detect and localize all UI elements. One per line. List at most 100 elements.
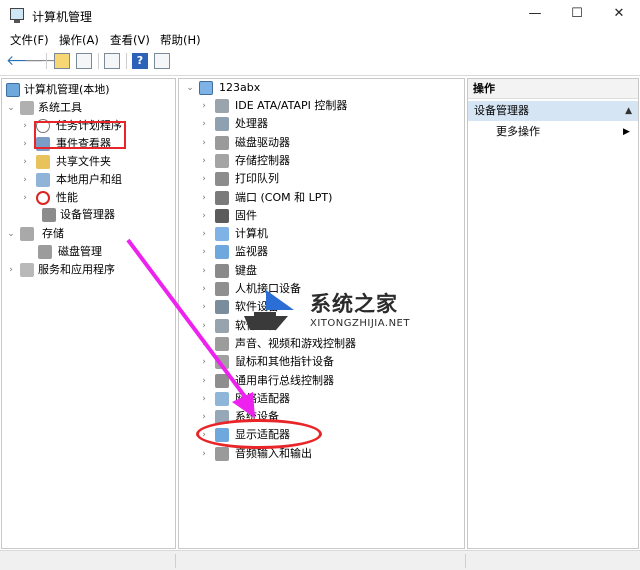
chevron-right-icon[interactable]: ›	[20, 153, 30, 171]
more-actions-link[interactable]: 更多操作	[496, 123, 540, 141]
device-category-icon	[215, 153, 229, 168]
chevron-right-icon[interactable]: ›	[199, 134, 209, 152]
chevron-right-icon[interactable]: ›	[199, 317, 209, 335]
chevron-right-icon[interactable]: ›	[199, 408, 209, 426]
watermark-url: XITONGZHIJIA.NET	[310, 318, 410, 329]
watermark-logo	[244, 290, 294, 330]
tree-label: 共享文件夹	[56, 155, 111, 168]
help-icon[interactable]: ?	[132, 53, 148, 69]
tree-root-label: 计算机管理(本地)	[24, 83, 110, 96]
disk-icon	[38, 245, 52, 259]
chevron-right-icon[interactable]: ›	[199, 170, 209, 188]
toolbar-separator	[46, 53, 47, 69]
menu-help[interactable]: 帮助(H)	[160, 32, 201, 48]
title-bar: 计算机管理 — ☐ ✕	[0, 0, 640, 30]
menu-view[interactable]: 查看(V)	[110, 32, 150, 48]
properties-icon[interactable]	[104, 53, 120, 69]
chevron-right-icon[interactable]: ›	[199, 335, 209, 353]
chevron-right-icon[interactable]: ›	[20, 135, 30, 153]
submenu-arrow-icon: ▶	[623, 127, 630, 137]
chevron-right-icon[interactable]: ›	[6, 261, 16, 279]
chevron-right-icon[interactable]: ›	[199, 97, 209, 115]
shared-folder-icon	[36, 155, 50, 169]
chevron-right-icon[interactable]: ›	[199, 207, 209, 225]
storage-icon	[20, 227, 34, 241]
tree-label: 服务和应用程序	[38, 263, 115, 276]
device-category-label: 声音、视频和游戏控制器	[235, 336, 356, 350]
device-category-icon	[215, 190, 229, 205]
services-icon	[20, 263, 34, 277]
show-hide-action-pane-icon[interactable]	[154, 53, 170, 69]
device-category-label: 通用串行总线控制器	[235, 373, 334, 387]
chevron-right-icon[interactable]: ›	[199, 189, 209, 207]
chevron-down-icon[interactable]: ⌄	[185, 79, 195, 97]
chevron-right-icon[interactable]: ›	[199, 372, 209, 390]
computer-icon	[199, 81, 213, 95]
device-category-icon	[215, 172, 229, 187]
chevron-right-icon[interactable]: ›	[199, 262, 209, 280]
chevron-right-icon[interactable]: ›	[20, 171, 30, 189]
chevron-right-icon[interactable]: ›	[199, 298, 209, 316]
highlight-ellipse-display-adapters	[196, 419, 322, 449]
status-cell	[0, 554, 176, 568]
chevron-right-icon[interactable]: ›	[199, 243, 209, 261]
chevron-right-icon[interactable]: ›	[20, 117, 30, 135]
chevron-right-icon[interactable]: ›	[199, 445, 209, 463]
computer-management-icon	[10, 8, 24, 23]
chevron-right-icon[interactable]: ›	[199, 353, 209, 371]
toolbar-separator	[98, 53, 99, 69]
forward-arrow-icon[interactable]: 🡒	[24, 52, 62, 70]
toolbar: 🡐 🡒 ?	[0, 48, 640, 76]
chevron-down-icon[interactable]: ⌄	[6, 99, 16, 117]
actions-section-device-manager[interactable]: 设备管理器 ▲	[468, 101, 638, 121]
collapse-triangle-icon[interactable]: ▲	[625, 101, 632, 121]
computer-management-icon	[6, 83, 20, 97]
back-arrow-icon[interactable]: 🡐	[6, 52, 44, 70]
device-category-icon	[215, 117, 229, 132]
minimize-button[interactable]: —	[520, 4, 550, 24]
chevron-right-icon[interactable]: ›	[199, 225, 209, 243]
menu-bar: 文件(F) 操作(A) 查看(V) 帮助(H)	[0, 30, 640, 48]
device-category-label: 鼠标和其他指针设备	[235, 355, 334, 369]
actions-header: 操作	[468, 79, 638, 99]
device-category-label: 端口 (COM 和 LPT)	[235, 190, 333, 204]
tree-label: 磁盘管理	[58, 245, 102, 258]
device-category-label: 网络适配器	[235, 391, 290, 405]
device-category-icon	[215, 391, 229, 406]
watermark-title: 系统之家	[310, 292, 398, 316]
highlight-box-device-manager	[34, 121, 126, 149]
chevron-right-icon[interactable]: ›	[199, 280, 209, 298]
device-category-label: 计算机	[235, 227, 268, 241]
device-category-label: 打印队列	[235, 172, 279, 186]
actions-section-label: 设备管理器	[474, 104, 529, 117]
device-category-icon	[215, 99, 229, 113]
chevron-down-icon[interactable]: ⌄	[6, 225, 16, 243]
users-icon	[36, 173, 50, 187]
chevron-right-icon[interactable]: ›	[199, 115, 209, 133]
chevron-right-icon[interactable]: ›	[199, 152, 209, 170]
close-button[interactable]: ✕	[604, 4, 634, 24]
computer-name: 123abx	[219, 81, 261, 94]
device-category-icon	[215, 245, 229, 260]
status-cell	[176, 554, 466, 568]
chevron-right-icon[interactable]: ›	[20, 189, 30, 207]
watermark: 系统之家 XITONGZHIJIA.NET	[226, 284, 426, 336]
device-manager-icon	[42, 208, 56, 222]
device-category-label: 存储控制器	[235, 153, 290, 167]
chevron-right-icon[interactable]: ›	[199, 390, 209, 408]
tree-label: 设备管理器	[60, 208, 115, 221]
device-category-label: 键盘	[235, 263, 257, 277]
maximize-button[interactable]: ☐	[562, 4, 592, 24]
menu-action[interactable]: 操作(A)	[59, 32, 99, 48]
menu-file[interactable]: 文件(F)	[10, 32, 49, 48]
show-hide-tree-icon[interactable]	[76, 53, 92, 69]
status-bar	[0, 550, 640, 570]
device-category-label: 监视器	[235, 245, 268, 259]
tools-icon	[20, 101, 34, 115]
device-category-icon	[215, 373, 229, 388]
up-folder-icon[interactable]	[54, 53, 70, 69]
tree-label: 性能	[56, 191, 78, 204]
toolbar-separator	[126, 53, 127, 69]
tree-label: 存储	[42, 227, 64, 240]
device-category-icon	[215, 263, 229, 278]
